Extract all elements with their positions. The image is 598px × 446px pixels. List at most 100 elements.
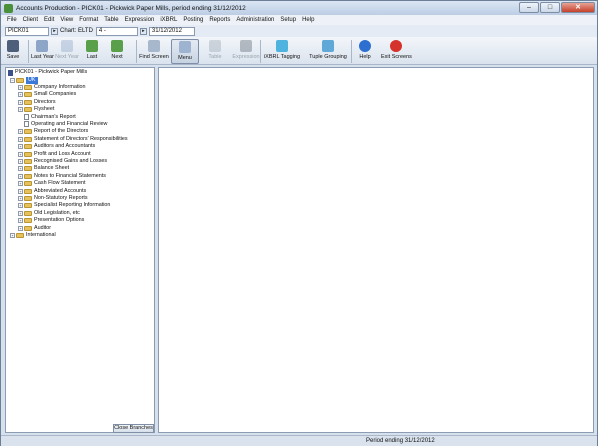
tree-item[interactable]: + Statement of Directors' Responsibilitie… xyxy=(18,136,128,143)
menu-item-file[interactable]: File xyxy=(4,17,20,23)
menu-item-help[interactable]: Help xyxy=(299,17,317,23)
expand-icon[interactable]: + xyxy=(18,144,23,150)
next-year-button[interactable]: Next Year xyxy=(53,39,81,64)
navigation-tree[interactable]: PICK01 - Pickwick Paper Mills − UK + Company… xyxy=(5,67,155,433)
expand-icon[interactable]: + xyxy=(18,210,23,216)
tree-item-label[interactable]: Auditors and Accountants xyxy=(34,143,95,150)
expand-icon[interactable]: + xyxy=(18,158,23,164)
last-year-button[interactable]: Last Year xyxy=(31,39,54,64)
minimize-button[interactable]: – xyxy=(519,2,539,13)
expand-icon[interactable]: + xyxy=(18,129,23,135)
tree-item[interactable]: Chairman's Report xyxy=(18,113,76,121)
tree-item-label[interactable]: Company Information xyxy=(34,84,86,91)
tree-item-label[interactable]: Non-Statutory Reports xyxy=(34,195,88,202)
tree-item-label[interactable]: Presentation Options xyxy=(34,217,84,224)
menu-item-edit[interactable]: Edit xyxy=(41,17,57,23)
help-button[interactable]: Help xyxy=(355,39,375,64)
expand-icon[interactable]: + xyxy=(18,173,23,179)
tree-item[interactable]: + Presentation Options xyxy=(18,217,84,224)
menu-item-administration[interactable]: Administration xyxy=(233,17,277,23)
exit-screens-button[interactable]: Exit Screens xyxy=(381,39,412,64)
expand-icon[interactable]: + xyxy=(18,203,23,209)
tree-item[interactable]: + Specialist Reporting Information xyxy=(18,202,110,209)
expand-icon[interactable]: + xyxy=(18,107,23,113)
tree-node-international[interactable]: + International xyxy=(10,232,56,239)
expand-icon[interactable]: + xyxy=(10,232,15,238)
tree-item[interactable]: + Old Legislation, etc xyxy=(18,210,80,217)
table-button[interactable]: Table xyxy=(201,39,229,64)
expression-button[interactable]: Expression xyxy=(231,39,261,64)
expand-icon[interactable]: + xyxy=(18,136,23,142)
close-branches-button[interactable]: Close Branches xyxy=(113,424,154,433)
ixbrl-tagging-button[interactable]: iXBRL Tagging xyxy=(263,39,301,64)
tree-item-label[interactable]: Flysheet xyxy=(34,106,54,113)
tree-item-label[interactable]: Auditor xyxy=(34,225,51,232)
find-screen-button[interactable]: Find Screen xyxy=(139,39,169,64)
tree-item[interactable]: + Flysheet xyxy=(18,106,54,113)
tree-item[interactable]: + Recognised Gains and Losses xyxy=(18,158,107,165)
tree-item[interactable]: + Company Information xyxy=(18,84,86,91)
menu-item-format[interactable]: Format xyxy=(76,17,101,23)
tree-node-root[interactable]: PICK01 - Pickwick Paper Mills xyxy=(8,69,87,76)
tree-item[interactable]: + Auditor xyxy=(18,224,51,231)
expand-icon[interactable]: + xyxy=(18,92,23,98)
expand-icon[interactable]: + xyxy=(18,188,23,194)
expand-icon[interactable]: + xyxy=(18,99,23,105)
tree-item[interactable]: + Cash Flow Statement xyxy=(18,180,86,187)
tree-node-international-label[interactable]: International xyxy=(26,232,56,239)
tree-item[interactable]: + Non-Statutory Reports xyxy=(18,195,88,202)
tree-item-label[interactable]: Directors xyxy=(34,99,56,106)
expand-icon[interactable]: + xyxy=(18,195,23,201)
tree-item-label[interactable]: Operating and Financial Review xyxy=(31,121,107,128)
tree-root-label[interactable]: PICK01 - Pickwick Paper Mills xyxy=(15,69,87,76)
tree-item-label[interactable]: Profit and Loss Account xyxy=(34,151,91,158)
tree-item[interactable]: + Small Companies xyxy=(18,91,76,98)
tree-item-label[interactable]: Specialist Reporting Information xyxy=(34,202,110,209)
expand-icon[interactable]: + xyxy=(18,181,23,187)
menu-item-setup[interactable]: Setup xyxy=(277,17,299,23)
close-button[interactable]: ✕ xyxy=(561,2,595,13)
tree-item[interactable]: + Auditors and Accountants xyxy=(18,143,95,150)
expand-icon[interactable]: + xyxy=(18,84,23,90)
chart-field[interactable]: 4 - xyxy=(95,26,138,36)
tree-item[interactable]: + Directors xyxy=(18,99,56,106)
collapse-icon[interactable]: − xyxy=(10,77,15,83)
tree-item[interactable]: + Balance Sheet xyxy=(18,165,69,172)
tree-item-label[interactable]: Cash Flow Statement xyxy=(34,180,86,187)
tree-item[interactable]: + Notes to Financial Statements xyxy=(18,173,106,180)
tree-item[interactable]: + Report of the Directors xyxy=(18,128,88,135)
tree-item-label[interactable]: Statement of Directors' Responsibilities xyxy=(34,136,128,143)
menu-button[interactable]: Menu xyxy=(171,39,199,64)
tree-item-label[interactable]: Recognised Gains and Losses xyxy=(34,158,107,165)
chart-lookup-button[interactable]: ▸ xyxy=(139,27,147,35)
client-code-field[interactable]: PICK01 xyxy=(5,26,49,36)
menu-item-posting[interactable]: Posting xyxy=(180,17,206,23)
tuple-grouping-button[interactable]: Tuple Grouping xyxy=(307,39,349,64)
tree-item-label[interactable]: Notes to Financial Statements xyxy=(34,173,106,180)
menu-item-client[interactable]: Client xyxy=(20,17,41,23)
expand-icon[interactable]: + xyxy=(18,151,23,157)
tree-item-label[interactable]: Chairman's Report xyxy=(31,114,76,121)
tree-item[interactable]: + Abbreviated Accounts xyxy=(18,187,86,194)
expand-icon[interactable]: + xyxy=(18,166,23,172)
expand-icon[interactable]: + xyxy=(18,225,23,231)
tree-item[interactable]: + Profit and Loss Account xyxy=(18,150,91,157)
tree-node-uk-label[interactable]: UK xyxy=(26,76,38,84)
title-bar[interactable]: Accounts Production - PICK01 - Pickwick … xyxy=(1,1,597,15)
tree-item-label[interactable]: Small Companies xyxy=(34,91,76,98)
maximize-button[interactable]: □ xyxy=(540,2,560,13)
expand-icon[interactable]: + xyxy=(18,218,23,224)
next-button[interactable]: Next xyxy=(107,39,127,64)
tree-item-label[interactable]: Old Legislation, etc xyxy=(34,210,80,217)
save-button[interactable]: Save xyxy=(3,39,23,64)
menu-item-reports[interactable]: Reports xyxy=(206,17,233,23)
tree-item[interactable]: Operating and Financial Review xyxy=(18,121,107,128)
client-lookup-button[interactable]: ▸ xyxy=(51,27,58,35)
tree-item-label[interactable]: Report of the Directors xyxy=(34,128,88,135)
menu-item-ixbrl[interactable]: iXBRL xyxy=(157,17,180,23)
tree-node-uk[interactable]: − UK xyxy=(10,76,38,84)
menu-item-table[interactable]: Table xyxy=(101,17,121,23)
tree-item-label[interactable]: Balance Sheet xyxy=(34,165,69,172)
tree-item-label[interactable]: Abbreviated Accounts xyxy=(34,188,86,195)
period-end-field[interactable]: 31/12/2012 xyxy=(148,26,195,36)
